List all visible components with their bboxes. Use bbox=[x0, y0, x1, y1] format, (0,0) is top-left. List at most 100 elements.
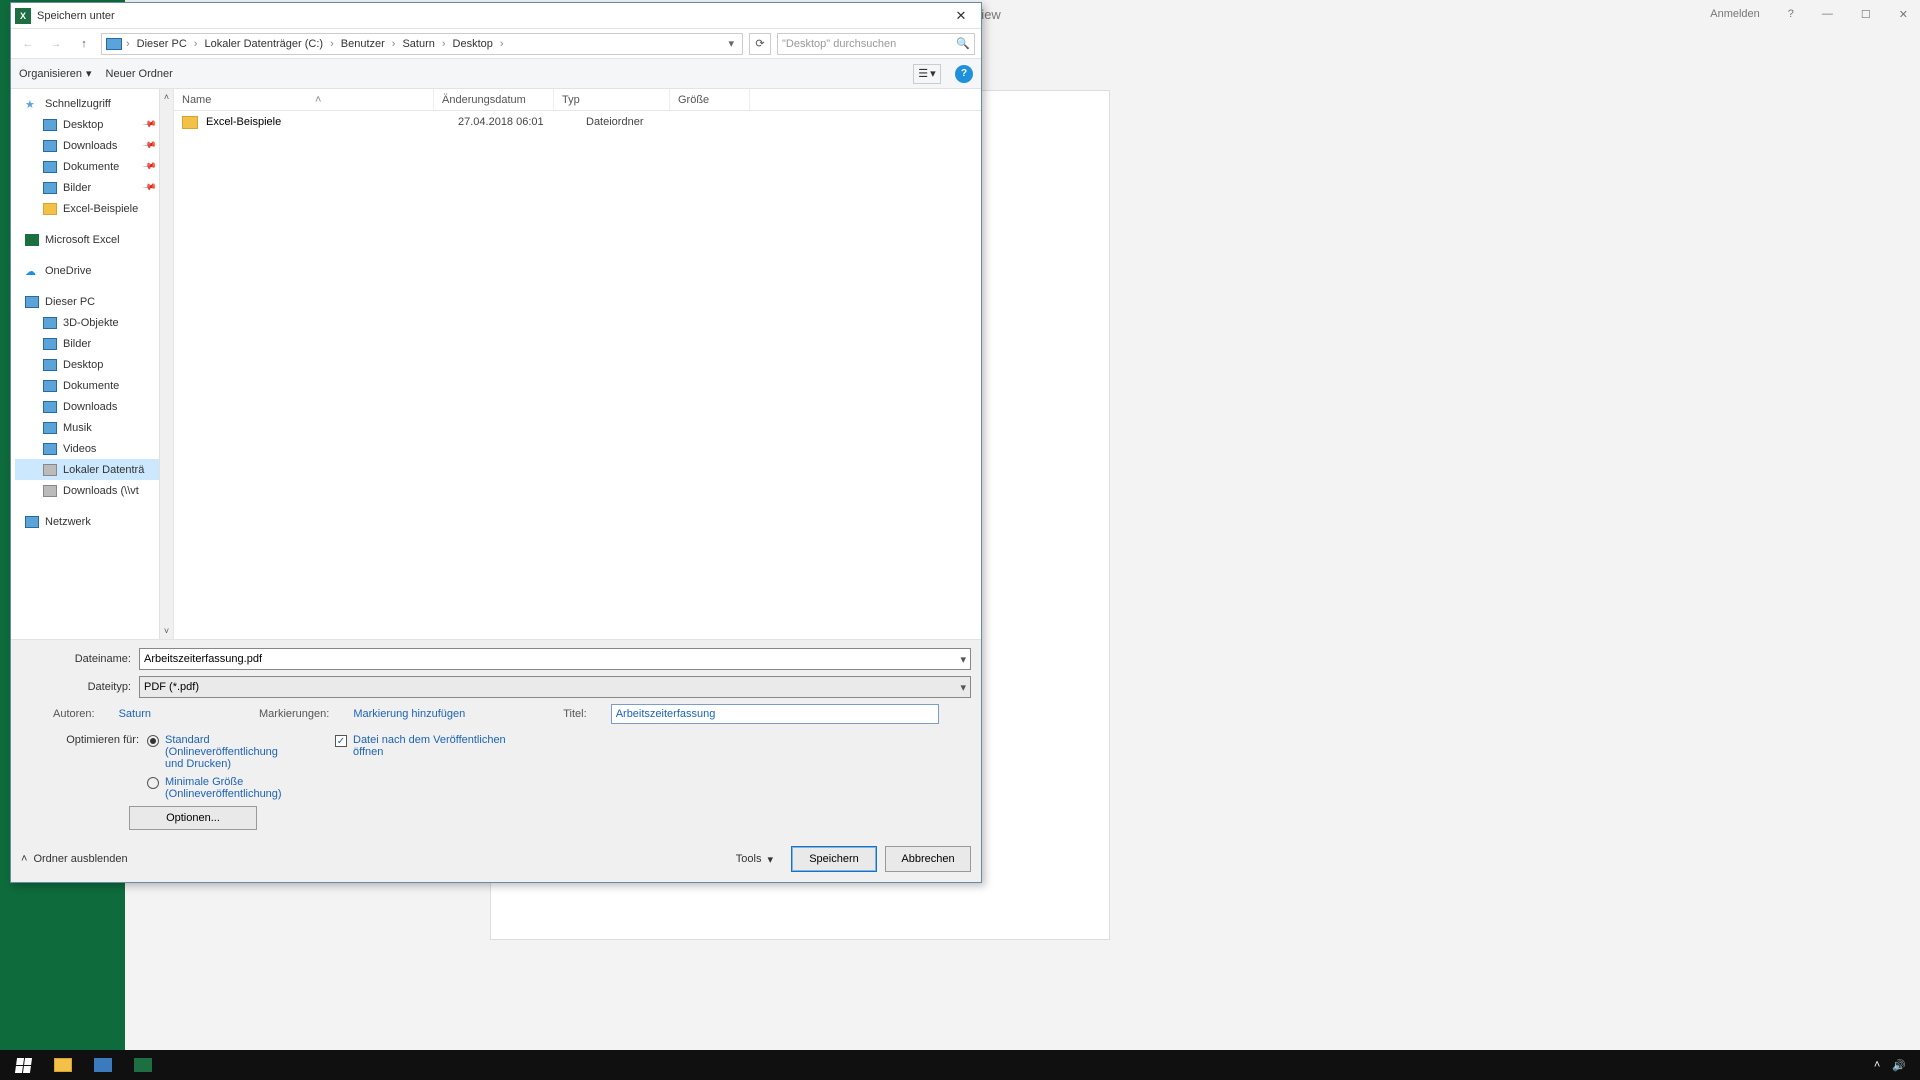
scroll-down-icon[interactable]: ˅ bbox=[160, 623, 173, 639]
options-button[interactable]: Optionen... bbox=[129, 806, 257, 830]
col-size[interactable]: Größe bbox=[670, 89, 750, 110]
radio-minimal[interactable]: Minimale Größe (Onlineveröffentlichung) bbox=[147, 776, 295, 800]
authors-value[interactable]: Saturn bbox=[119, 708, 151, 720]
tree-3d-objects[interactable]: 3D-Objekte bbox=[15, 312, 173, 333]
pin-icon: 📌 bbox=[142, 180, 157, 195]
cancel-button[interactable]: Abbrechen bbox=[885, 846, 971, 872]
windows-icon bbox=[14, 1058, 31, 1073]
tree-quick-access[interactable]: ★Schnellzugriff bbox=[15, 93, 173, 114]
tree-pictures-pc[interactable]: Bilder bbox=[15, 333, 173, 354]
crumb-drive-c[interactable]: Lokaler Datenträger (C:) bbox=[201, 38, 326, 50]
nav-up-button[interactable]: ↑ bbox=[73, 33, 95, 55]
tree-network-downloads[interactable]: Downloads (\\vt bbox=[15, 480, 173, 501]
tree-videos[interactable]: Videos bbox=[15, 438, 173, 459]
folder-icon bbox=[43, 140, 57, 152]
disk-icon bbox=[43, 485, 57, 497]
excel-min[interactable]: — bbox=[1822, 8, 1833, 20]
breadcrumb-bar[interactable]: › Dieser PC › Lokaler Datenträger (C:) ›… bbox=[101, 33, 743, 55]
excel-max[interactable]: ☐ bbox=[1861, 8, 1871, 21]
chevron-up-icon: ˄ bbox=[21, 853, 27, 865]
crumb-sep: › bbox=[124, 38, 132, 50]
app-icon bbox=[94, 1058, 112, 1072]
col-name[interactable]: Name˄ bbox=[174, 89, 434, 110]
taskbar-excel[interactable] bbox=[126, 1052, 160, 1078]
system-tray: ˄ 🔊 bbox=[1874, 1059, 1914, 1072]
network-icon bbox=[25, 516, 39, 528]
col-date[interactable]: Änderungsdatum bbox=[434, 89, 554, 110]
tags-value[interactable]: Markierung hinzufügen bbox=[353, 708, 465, 720]
folder-icon bbox=[43, 119, 57, 131]
crumb-users[interactable]: Benutzer bbox=[338, 38, 388, 50]
tree-documents-pc[interactable]: Dokumente bbox=[15, 375, 173, 396]
file-row[interactable]: Excel-Beispiele 27.04.2018 06:01 Dateior… bbox=[174, 111, 981, 133]
filename-label: Dateiname: bbox=[21, 653, 131, 665]
filetype-select[interactable]: PDF (*.pdf) ▾ bbox=[139, 676, 971, 698]
excel-icon bbox=[25, 234, 39, 246]
refresh-button[interactable]: ⟳ bbox=[749, 33, 771, 55]
col-type[interactable]: Typ bbox=[554, 89, 670, 110]
dialog-close-button[interactable]: ✕ bbox=[945, 6, 977, 26]
nav-back-button[interactable]: ← bbox=[17, 33, 39, 55]
hide-folders-toggle[interactable]: ˄ Ordner ausblenden bbox=[21, 853, 128, 865]
tree-this-pc[interactable]: Dieser PC bbox=[15, 291, 173, 312]
tree-downloads[interactable]: Downloads📌 bbox=[15, 135, 173, 156]
tree-desktop[interactable]: Desktop📌 bbox=[15, 114, 173, 135]
crumb-desktop[interactable]: Desktop bbox=[450, 38, 496, 50]
toolbar: Organisieren ▾ Neuer Ordner ☰ ▾ ? bbox=[11, 59, 981, 89]
filename-input[interactable]: Arbeitszeiterfassung.pdf ▾ bbox=[139, 648, 971, 670]
file-date: 27.04.2018 06:01 bbox=[458, 116, 578, 128]
search-placeholder: "Desktop" durchsuchen bbox=[782, 38, 896, 50]
taskbar-explorer[interactable] bbox=[46, 1052, 80, 1078]
tree-onedrive[interactable]: ☁OneDrive bbox=[15, 260, 173, 281]
tree-network[interactable]: Netzwerk bbox=[15, 511, 173, 532]
checkbox-open-after[interactable]: ✓ Datei nach dem Veröffentlichen öffnen bbox=[335, 734, 513, 800]
checkbox-icon: ✓ bbox=[335, 735, 347, 747]
tree-documents[interactable]: Dokumente📌 bbox=[15, 156, 173, 177]
tree-pictures[interactable]: Bilder📌 bbox=[15, 177, 173, 198]
tree-microsoft-excel[interactable]: Microsoft Excel bbox=[15, 229, 173, 250]
chevron-down-icon[interactable]: ▾ bbox=[960, 653, 966, 666]
chevron-down-icon: ▾ bbox=[930, 67, 936, 80]
crumb-saturn[interactable]: Saturn bbox=[399, 38, 437, 50]
tree-scrollbar[interactable]: ˄ ˅ bbox=[159, 89, 173, 639]
new-folder-button[interactable]: Neuer Ordner bbox=[106, 68, 173, 80]
view-mode-button[interactable]: ☰ ▾ bbox=[913, 64, 941, 84]
dialog-title: Speichern unter bbox=[37, 10, 945, 22]
crumb-dropdown-icon[interactable]: ▾ bbox=[724, 37, 738, 50]
tray-volume-icon[interactable]: 🔊 bbox=[1892, 1059, 1906, 1072]
folder-icon bbox=[43, 161, 57, 173]
start-button[interactable] bbox=[6, 1052, 40, 1078]
tools-dropdown[interactable]: Tools ▾ bbox=[726, 846, 783, 872]
save-button[interactable]: Speichern bbox=[791, 846, 877, 872]
excel-close[interactable]: ✕ bbox=[1899, 8, 1908, 21]
excel-signin[interactable]: Anmelden bbox=[1710, 8, 1760, 20]
tree-local-disk[interactable]: Lokaler Datenträ bbox=[15, 459, 173, 480]
tree-music[interactable]: Musik bbox=[15, 417, 173, 438]
taskbar-app[interactable] bbox=[86, 1052, 120, 1078]
chevron-down-icon[interactable]: ▾ bbox=[960, 681, 966, 694]
organize-menu[interactable]: Organisieren ▾ bbox=[19, 67, 92, 80]
disk-icon bbox=[43, 464, 57, 476]
excel-icon bbox=[134, 1058, 152, 1072]
scroll-up-icon[interactable]: ˄ bbox=[160, 89, 173, 105]
column-headers: Name˄ Änderungsdatum Typ Größe bbox=[174, 89, 981, 111]
help-button[interactable]: ? bbox=[955, 65, 973, 83]
folder-icon bbox=[43, 317, 57, 329]
tree-desktop-pc[interactable]: Desktop bbox=[15, 354, 173, 375]
tree-excel-examples[interactable]: Excel-Beispiele bbox=[15, 198, 173, 219]
folder-icon bbox=[182, 116, 198, 129]
search-input[interactable]: "Desktop" durchsuchen 🔍 bbox=[777, 33, 975, 55]
tray-up-icon[interactable]: ˄ bbox=[1874, 1059, 1880, 1071]
crumb-this-pc[interactable]: Dieser PC bbox=[134, 38, 190, 50]
excel-help[interactable]: ? bbox=[1788, 8, 1794, 20]
title-label: Titel: bbox=[563, 708, 586, 720]
folder-icon bbox=[43, 422, 57, 434]
tree-downloads-pc[interactable]: Downloads bbox=[15, 396, 173, 417]
search-icon[interactable]: 🔍 bbox=[956, 37, 970, 50]
taskbar: ˄ 🔊 bbox=[0, 1050, 1920, 1080]
chevron-down-icon: ▾ bbox=[86, 67, 92, 80]
title-input[interactable] bbox=[611, 704, 939, 724]
radio-standard[interactable]: Standard (Onlineveröffentlichung und Dru… bbox=[147, 734, 295, 770]
pin-icon: 📌 bbox=[142, 138, 157, 153]
chevron-down-icon: ▾ bbox=[767, 853, 773, 866]
